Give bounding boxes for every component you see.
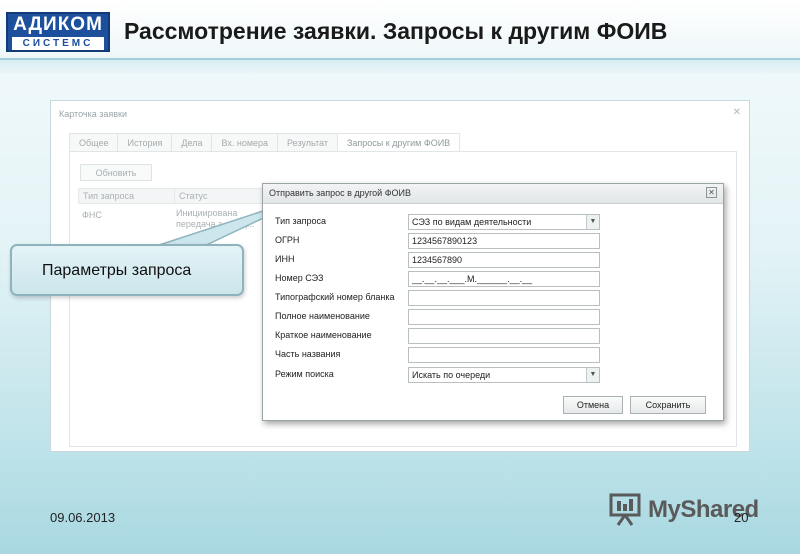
search-mode-value: Искать по очереди [412, 370, 491, 380]
field-row-name-part: Часть названия [275, 347, 715, 363]
page-number: 20 [734, 510, 749, 525]
dialog-header: Отправить запрос в другой ФОИВ ✕ [263, 184, 723, 204]
sez-number-input[interactable]: __.__.__.___.М.______.__.__ [408, 271, 600, 287]
blank-number-input[interactable] [408, 290, 600, 306]
ogrn-input[interactable]: 1234567890123 [408, 233, 600, 249]
field-label: ИНН [275, 254, 295, 264]
tab-cases[interactable]: Дела [171, 133, 212, 152]
field-label: Номер СЭЗ [275, 273, 324, 283]
table-row-type[interactable]: ФНС [82, 210, 102, 220]
field-label: Типографский номер бланка [275, 292, 395, 302]
cancel-button[interactable]: Отмена [563, 396, 623, 414]
presentation-board-icon [609, 493, 641, 526]
column-header-request-type[interactable]: Тип запроса [79, 189, 175, 203]
field-row-blank-number: Типографский номер бланка [275, 290, 715, 306]
company-logo: АДИКОМ СИСТЕМС [6, 12, 110, 52]
field-row-ogrn: ОГРН 1234567890123 [275, 233, 715, 249]
refresh-button[interactable]: Обновить [80, 164, 152, 181]
table-row-status[interactable]: Инициирована передача з... вед... [176, 208, 256, 230]
field-row-request-type: Тип запроса СЭЗ по видам деятельности ▼ [275, 214, 715, 230]
page-title: Рассмотрение заявки. Запросы к другим ФО… [124, 18, 668, 44]
field-label: Краткое наименование [275, 330, 372, 340]
request-type-value: СЭЗ по видам деятельности [412, 217, 532, 227]
chevron-down-icon[interactable]: ▼ [586, 368, 599, 382]
tab-general[interactable]: Общее [69, 133, 118, 152]
tab-requests-foiv[interactable]: Запросы к другим ФОИВ [336, 133, 461, 152]
search-mode-select[interactable]: Искать по очереди ▼ [408, 367, 600, 383]
field-label: Тип запроса [275, 216, 327, 226]
card-tabs: Общее История Дела Вх. номера Результат … [69, 133, 461, 152]
dialog-title: Отправить запрос в другой ФОИВ [269, 188, 412, 198]
slide-header: АДИКОМ СИСТЕМС Рассмотрение заявки. Запр… [0, 0, 800, 60]
field-label: Полное наименование [275, 311, 370, 321]
send-request-dialog: Отправить запрос в другой ФОИВ ✕ Тип зап… [262, 183, 724, 421]
full-name-input[interactable] [408, 309, 600, 325]
field-label: Режим поиска [275, 369, 334, 379]
name-part-input[interactable] [408, 347, 600, 363]
card-title: Карточка заявки [59, 109, 127, 119]
slide-date: 09.06.2013 [50, 510, 116, 525]
field-label: ОГРН [275, 235, 300, 245]
chevron-down-icon[interactable]: ▼ [586, 215, 599, 229]
tab-result[interactable]: Результат [277, 133, 337, 152]
tab-incoming-numbers[interactable]: Вх. номера [211, 133, 278, 152]
card-close-icon[interactable]: ✕ [733, 107, 741, 118]
field-row-sez-number: Номер СЭЗ __.__.__.___.М.______.__.__ [275, 271, 715, 287]
callout-text: Параметры запроса [42, 262, 192, 279]
column-header-status[interactable]: Статус [175, 189, 207, 203]
save-button[interactable]: Сохранить [630, 396, 706, 414]
field-row-search-mode: Режим поиска Искать по очереди ▼ [275, 367, 715, 383]
logo-bottom-text: СИСТЕМС [12, 37, 104, 50]
short-name-input[interactable] [408, 328, 600, 344]
request-type-select[interactable]: СЭЗ по видам деятельности ▼ [408, 214, 600, 230]
tab-history[interactable]: История [117, 133, 172, 152]
close-icon[interactable]: ✕ [706, 187, 717, 198]
grid-header: Тип запроса Статус [78, 188, 264, 204]
inn-input[interactable]: 1234567890 [408, 252, 600, 268]
field-label: Часть названия [275, 349, 341, 359]
logo-top-text: АДИКОМ [13, 14, 103, 35]
callout-box: Параметры запроса [10, 244, 244, 296]
header-stripe [0, 60, 800, 74]
field-row-inn: ИНН 1234567890 [275, 252, 715, 268]
field-row-short-name: Краткое наименование [275, 328, 715, 344]
field-row-full-name: Полное наименование [275, 309, 715, 325]
